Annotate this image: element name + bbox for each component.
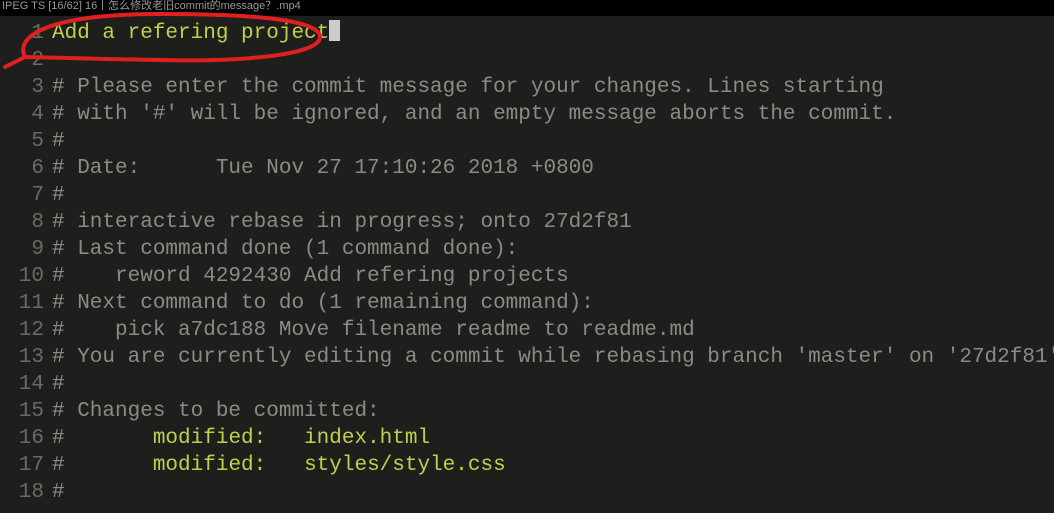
modified-keyword: modified:: [153, 427, 304, 450]
comment-line[interactable]: # with '#' will be ignored, and an empty…: [52, 101, 896, 128]
comment-line[interactable]: # Date: Tue Nov 27 17:10:26 2018 +0800: [52, 155, 594, 182]
window-titlebar: IPEG TS [16/62] 16丨怎么修改老旧commit的message？…: [0, 0, 1054, 16]
line-number: 7: [0, 182, 52, 209]
filename: styles/style.css: [304, 454, 506, 477]
line-number: 3: [0, 74, 52, 101]
line-number: 6: [0, 155, 52, 182]
line-number: 13: [0, 344, 52, 371]
line-number: 17: [0, 452, 52, 479]
comment-line[interactable]: # pick a7dc188 Move filename readme to r…: [52, 317, 695, 344]
comment-line[interactable]: #: [52, 479, 65, 506]
line-number: 10: [0, 263, 52, 290]
line-number: 15: [0, 398, 52, 425]
comment-line[interactable]: # Last command done (1 command done):: [52, 236, 518, 263]
comment-line[interactable]: # reword 4292430 Add refering projects: [52, 263, 569, 290]
line-number: 18: [0, 479, 52, 506]
text-cursor: [329, 20, 340, 41]
line-number: 14: [0, 371, 52, 398]
comment-line[interactable]: # Changes to be committed:: [52, 398, 380, 425]
comment-line[interactable]: # interactive rebase in progress; onto 2…: [52, 209, 632, 236]
line-number: 5: [0, 128, 52, 155]
line-number: 11: [0, 290, 52, 317]
window-title-text: IPEG TS [16/62] 16丨怎么修改老旧commit的message？…: [2, 0, 301, 12]
comment-line[interactable]: # You are currently editing a commit whi…: [52, 344, 1054, 371]
comment-line[interactable]: # Next command to do (1 remaining comman…: [52, 290, 594, 317]
filename: index.html: [304, 427, 430, 450]
modified-keyword: modified:: [153, 454, 304, 477]
line-number: 9: [0, 236, 52, 263]
comment-line[interactable]: #: [52, 371, 65, 398]
comment-line[interactable]: # modified: index.html: [52, 425, 430, 452]
line-number: 16: [0, 425, 52, 452]
comment-line[interactable]: #: [52, 128, 65, 155]
comment-line[interactable]: #: [52, 182, 65, 209]
line-number: 8: [0, 209, 52, 236]
text-editor[interactable]: 1 Add a refering project 2 3 # Please en…: [0, 20, 1054, 506]
commit-message-line[interactable]: Add a refering project: [52, 20, 340, 47]
line-number: 1: [0, 20, 52, 47]
line-number: 12: [0, 317, 52, 344]
line-number: 4: [0, 101, 52, 128]
line-number: 2: [0, 47, 52, 74]
comment-line[interactable]: # Please enter the commit message for yo…: [52, 74, 884, 101]
comment-line[interactable]: # modified: styles/style.css: [52, 452, 506, 479]
